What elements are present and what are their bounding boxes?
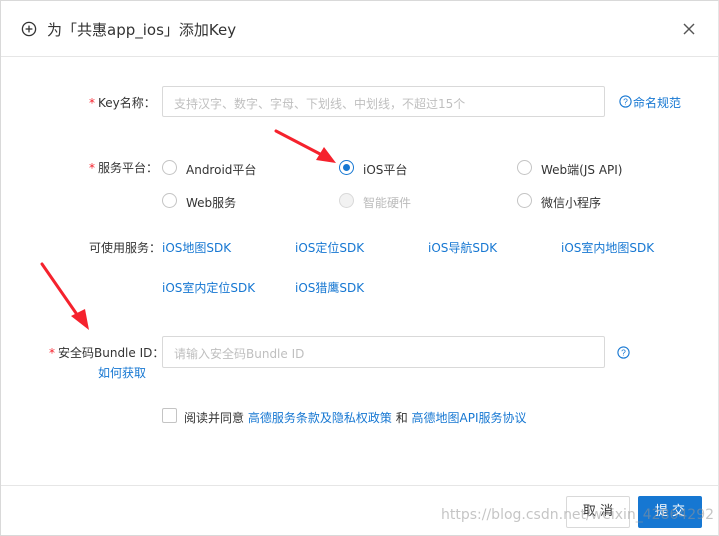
key-name-label-text: Key名称： — [98, 96, 156, 110]
radio-ios[interactable] — [339, 160, 354, 175]
cancel-button[interactable]: 取 消 — [566, 496, 630, 528]
agreement-prefix: 阅读并同意 — [184, 411, 245, 425]
key-name-input[interactable]: 支持汉字、数字、字母、下划线、中划线，不超过15个 — [162, 86, 605, 117]
key-name-label: * Key名称： — [89, 94, 156, 111]
close-icon[interactable] — [681, 21, 697, 37]
platform-label-text: 服务平台： — [98, 161, 159, 175]
footer-divider — [1, 485, 718, 486]
question-circle-icon: ? — [619, 95, 632, 108]
service-link[interactable]: iOS室内地图SDK — [561, 239, 654, 256]
add-key-dialog: 为「共惠app_ios」添加Key * Key名称： 支持汉字、数字、字母、下划线… — [0, 0, 719, 536]
svg-text:?: ? — [623, 97, 628, 107]
bundle-id-placeholder: 请输入安全码Bundle ID — [174, 347, 305, 361]
how-to-get-link[interactable]: 如何获取 — [98, 364, 146, 381]
plus-circle-icon — [21, 21, 37, 37]
platform-label: * 服务平台： — [89, 159, 158, 176]
service-link[interactable]: iOS导航SDK — [428, 239, 497, 256]
radio-ios-label[interactable]: iOS平台 — [363, 161, 407, 178]
radio-android[interactable] — [162, 160, 177, 175]
services-label: 可使用服务： — [89, 241, 162, 255]
api-agreement-link[interactable]: 高德地图API服务协议 — [412, 411, 527, 425]
service-link[interactable]: iOS定位SDK — [295, 239, 364, 256]
dialog-header: 为「共惠app_ios」添加Key — [1, 1, 718, 57]
agreement-and: 和 — [395, 411, 408, 425]
agreement-text: 阅读并同意 高德服务条款及隐私权政策 和 高德地图API服务协议 — [184, 409, 527, 426]
bundle-id-label: * 安全码Bundle ID： — [49, 344, 164, 361]
service-link[interactable]: iOS室内定位SDK — [162, 279, 255, 296]
bundle-id-label-text: 安全码Bundle ID： — [58, 346, 165, 360]
required-mark: * — [49, 346, 55, 360]
radio-android-label[interactable]: Android平台 — [186, 161, 256, 178]
radio-wechat-miniprogram[interactable] — [517, 193, 532, 208]
svg-text:?: ? — [621, 348, 626, 358]
radio-web-service[interactable] — [162, 193, 177, 208]
submit-button[interactable]: 提 交 — [638, 496, 702, 528]
service-link[interactable]: iOS猎鹰SDK — [295, 279, 364, 296]
service-link[interactable]: iOS地图SDK — [162, 239, 231, 256]
required-mark: * — [89, 96, 95, 110]
radio-smart-hardware-label: 智能硬件 — [363, 196, 412, 210]
key-name-placeholder: 支持汉字、数字、字母、下划线、中划线，不超过15个 — [174, 97, 466, 111]
agreement-checkbox[interactable] — [162, 408, 177, 423]
radio-web-js[interactable] — [517, 160, 532, 175]
radio-web-js-label[interactable]: Web端(JS API) — [541, 161, 622, 178]
required-mark: * — [89, 161, 95, 175]
question-circle-icon[interactable]: ? — [617, 346, 630, 359]
radio-web-service-label[interactable]: Web服务 — [186, 194, 236, 211]
radio-wechat-miniprogram-label[interactable]: 微信小程序 — [541, 194, 601, 211]
bundle-id-input[interactable]: 请输入安全码Bundle ID — [162, 336, 605, 368]
dialog-title: 为「共惠app_ios」添加Key — [47, 21, 237, 39]
naming-rules-link[interactable]: 命名规范 — [633, 94, 681, 111]
terms-privacy-link[interactable]: 高德服务条款及隐私权政策 — [248, 411, 392, 425]
radio-smart-hardware — [339, 193, 354, 208]
